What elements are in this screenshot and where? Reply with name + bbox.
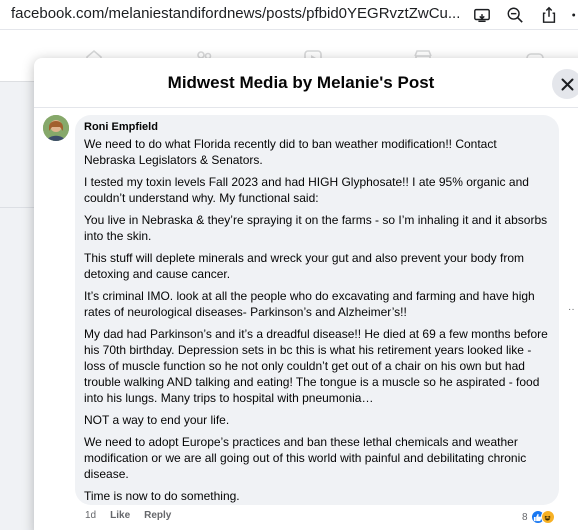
comment-actions: 1d Like Reply <box>85 510 171 524</box>
browser-address-bar: facebook.com/melaniestandifordnews/posts… <box>0 0 578 30</box>
reply-button[interactable]: Reply <box>144 510 171 524</box>
zoom-out-icon[interactable] <box>505 5 525 25</box>
comment-paragraph: Time is now to do something. <box>84 489 240 503</box>
share-icon[interactable] <box>539 5 559 25</box>
comment-author[interactable]: Roni Empfield <box>84 121 549 134</box>
comment-paragraph: I tested my toxin levels Fall 2023 and h… <box>84 175 529 205</box>
background-left-panel <box>0 82 34 530</box>
close-icon <box>561 78 573 90</box>
modal-header: Midwest Media by Melanie's Post <box>34 58 578 108</box>
cast-icon[interactable] <box>472 5 492 25</box>
comment-bubble: Roni Empfield We need to do what Florida… <box>75 115 559 505</box>
modal-title: Midwest Media by Melanie's Post <box>167 73 435 92</box>
like-button[interactable]: Like <box>110 510 130 524</box>
more-options-icon[interactable]: ·· <box>568 304 575 315</box>
reaction-summary[interactable]: 8 <box>522 509 555 525</box>
haha-reaction-icon <box>540 510 555 524</box>
avatar[interactable] <box>43 115 69 141</box>
url-field[interactable]: facebook.com/melaniestandifordnews/posts… <box>11 5 459 22</box>
more-icon[interactable] <box>564 5 578 25</box>
comment-paragraph: My dad had Parkinson’s and it’s a dreadf… <box>84 327 548 405</box>
comment-paragraph: We need to adopt Europe’s practices and … <box>84 435 527 481</box>
reaction-count: 8 <box>522 511 528 523</box>
comment-paragraph: NOT a way to end your life. <box>84 413 230 427</box>
comment-paragraph: We need to do what Florida recently did … <box>84 137 497 167</box>
close-button[interactable] <box>552 69 578 99</box>
comment-paragraph: It’s criminal IMO. look at all the peopl… <box>84 289 535 319</box>
comment-paragraph: This stuff will deplete minerals and wre… <box>84 251 524 281</box>
comment-timestamp[interactable]: 1d <box>85 510 96 524</box>
divider <box>0 207 34 208</box>
comment-paragraph: You live in Nebraska & they’re spraying … <box>84 213 548 243</box>
